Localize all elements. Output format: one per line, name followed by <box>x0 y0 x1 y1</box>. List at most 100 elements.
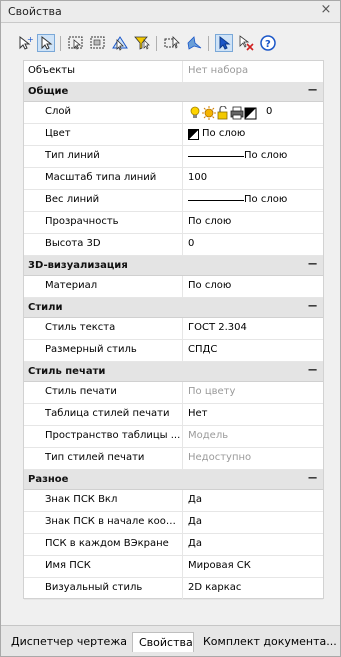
property-row-table-space[interactable]: Пространство таблицы ... Модель <box>24 426 323 448</box>
section-3d-visualization[interactable]: 3D-визуализация − <box>24 256 323 276</box>
plot-style-value[interactable]: По цвету <box>184 382 323 403</box>
layer-value[interactable]: 0 <box>184 102 323 123</box>
collapse-icon[interactable]: − <box>307 258 318 272</box>
property-row-ucs-origin[interactable]: Знак ПСК в начале коор... Да <box>24 512 323 534</box>
section-title: 3D-визуализация <box>28 260 128 271</box>
tab-properties[interactable]: Свойства <box>132 632 194 652</box>
visual-style-value[interactable]: 2D каркас <box>184 578 323 599</box>
objects-row[interactable]: Объекты Нет набора <box>24 61 323 83</box>
material-value[interactable]: По слою <box>184 276 323 297</box>
select-arrow-icon[interactable] <box>215 34 233 52</box>
property-row-linetype[interactable]: Тип линий По слою <box>24 146 323 168</box>
collapse-icon[interactable]: − <box>307 472 318 486</box>
property-label: Вес линий <box>45 194 100 205</box>
linetype-scale-value[interactable]: 100 <box>184 168 323 189</box>
property-label: Имя ПСК <box>45 560 91 571</box>
toolbar: + ? <box>17 34 317 56</box>
pickadd-icon[interactable] <box>111 34 129 52</box>
snap-icon[interactable] <box>163 34 181 52</box>
table-type-value[interactable]: Недоступно <box>184 448 323 469</box>
property-row-material[interactable]: Материал По слою <box>24 276 323 298</box>
toggle-value-icon[interactable] <box>185 34 203 52</box>
deselect-icon[interactable] <box>237 34 255 52</box>
toolbar-separator <box>156 36 157 51</box>
property-label: Стиль текста <box>45 322 116 333</box>
collapse-icon[interactable]: − <box>307 364 318 378</box>
section-title: Общие <box>28 86 69 97</box>
objects-select[interactable]: Нет набора <box>184 61 323 82</box>
section-styles[interactable]: Стили − <box>24 298 323 318</box>
ucs-origin-value[interactable]: Да <box>184 512 323 533</box>
property-row-linetype-scale[interactable]: Масштаб типа линий 100 <box>24 168 323 190</box>
add-selected-icon[interactable]: + <box>17 34 35 52</box>
property-row-ucs-name[interactable]: Имя ПСК Мировая СК <box>24 556 323 578</box>
table-space-value[interactable]: Модель <box>184 426 323 447</box>
linetype-value[interactable]: По слою <box>184 146 323 167</box>
toolbar-separator <box>60 36 61 51</box>
line-sample-icon <box>188 156 244 157</box>
color-swatch-icon <box>188 129 199 140</box>
layer-state-icons <box>188 105 288 121</box>
property-label: Тип стилей печати <box>45 452 145 463</box>
help-icon[interactable]: ? <box>259 34 277 52</box>
property-label: Прозрачность <box>45 216 119 227</box>
collapse-icon[interactable]: − <box>307 300 318 314</box>
height3d-value[interactable]: 0 <box>184 234 323 255</box>
tab-document-set[interactable]: Комплект документа... <box>197 632 337 652</box>
property-label: Знак ПСК в начале коор... <box>45 516 181 527</box>
palette-tabs: Диспетчер чертежа Свойства Комплект доку… <box>1 625 340 656</box>
properties-grid: Объекты Нет набора Общие − Слой 0 Цвет П… <box>23 60 324 600</box>
ucs-per-viewport-value[interactable]: Да <box>184 534 323 555</box>
section-title: Разное <box>28 474 69 485</box>
text-style-value[interactable]: ГОСТ 2.304 <box>184 318 323 339</box>
property-row-layer[interactable]: Слой 0 <box>24 102 323 124</box>
color-value[interactable]: По слою <box>184 124 323 145</box>
property-label: Масштаб типа линий <box>45 172 157 183</box>
property-row-dim-style[interactable]: Размерный стиль СПДС <box>24 340 323 362</box>
lineweight-value[interactable]: По слою <box>184 190 323 211</box>
property-label: Пространство таблицы ... <box>45 430 181 441</box>
property-row-plot-table[interactable]: Таблица стилей печати Нет <box>24 404 323 426</box>
section-plot-style[interactable]: Стиль печати − <box>24 362 323 382</box>
property-row-lineweight[interactable]: Вес линий По слою <box>24 190 323 212</box>
property-row-height3d[interactable]: Высота 3D 0 <box>24 234 323 256</box>
property-row-text-style[interactable]: Стиль текста ГОСТ 2.304 <box>24 318 323 340</box>
title-bar[interactable]: Свойства × <box>1 1 340 23</box>
property-label: Слой <box>45 106 71 117</box>
plot-table-value[interactable]: Нет <box>184 404 323 425</box>
property-label: Знак ПСК Вкл <box>45 494 118 505</box>
property-label: ПСК в каждом ВЭкране <box>45 538 169 549</box>
transparency-value[interactable]: По слою <box>184 212 323 233</box>
ucs-name-value[interactable]: Мировая СК <box>184 556 323 577</box>
collapse-icon[interactable]: − <box>307 84 318 98</box>
section-general[interactable]: Общие − <box>24 82 323 102</box>
window-title: Свойства <box>8 5 62 18</box>
lightbulb-icon <box>190 106 200 118</box>
property-label: Визуальный стиль <box>45 582 143 593</box>
tab-drawing-manager[interactable]: Диспетчер чертежа <box>5 632 129 652</box>
window-select-icon[interactable] <box>67 34 85 52</box>
property-row-visual-style[interactable]: Визуальный стиль 2D каркас <box>24 578 323 600</box>
svg-text:?: ? <box>265 39 271 50</box>
property-row-plot-style[interactable]: Стиль печати По цвету <box>24 382 323 404</box>
section-title: Стили <box>28 302 63 313</box>
property-row-ucs-per-viewport[interactable]: ПСК в каждом ВЭкране Да <box>24 534 323 556</box>
filter-icon[interactable] <box>133 34 151 52</box>
property-row-color[interactable]: Цвет По слою <box>24 124 323 146</box>
layer-name: 0 <box>266 106 273 117</box>
property-row-transparency[interactable]: Прозрачность По слою <box>24 212 323 234</box>
property-label: Материал <box>45 280 98 291</box>
section-title: Стиль печати <box>28 366 106 377</box>
property-row-table-type[interactable]: Тип стилей печати Недоступно <box>24 448 323 470</box>
svg-text:+: + <box>27 35 34 44</box>
close-icon[interactable]: × <box>319 3 333 17</box>
section-misc[interactable]: Разное − <box>24 470 323 490</box>
dim-style-value[interactable]: СПДС <box>184 340 323 361</box>
property-row-ucs-on[interactable]: Знак ПСК Вкл Да <box>24 490 323 512</box>
property-label: Тип линий <box>45 150 100 161</box>
ucs-on-value[interactable]: Да <box>184 490 323 511</box>
line-sample-icon <box>188 200 244 201</box>
select-objects-icon[interactable] <box>37 34 55 52</box>
property-label: Высота 3D <box>45 238 101 249</box>
quick-select-icon[interactable] <box>89 34 107 52</box>
